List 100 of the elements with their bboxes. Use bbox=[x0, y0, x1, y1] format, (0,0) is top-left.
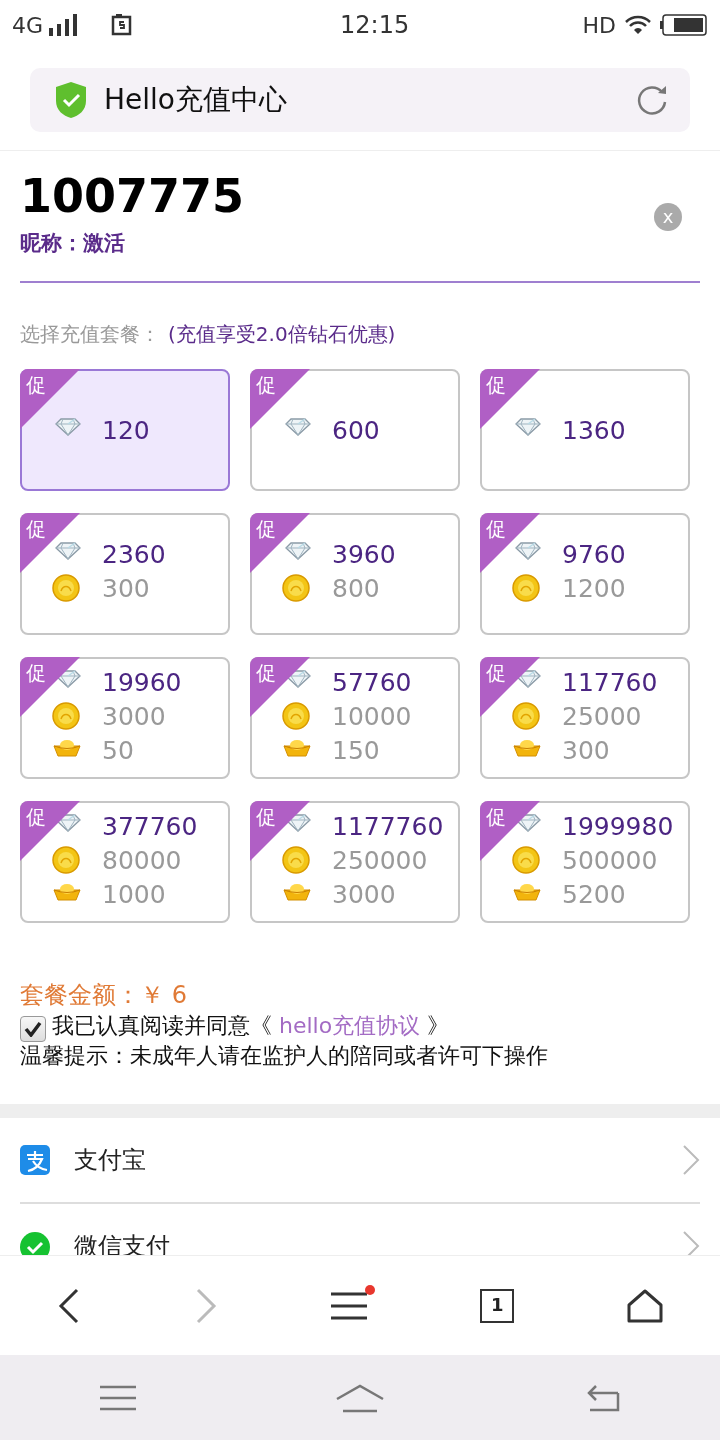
coin-icon bbox=[282, 574, 312, 603]
package-card[interactable]: 促 57760 10000 150 bbox=[250, 657, 460, 780]
check-icon bbox=[24, 1020, 42, 1037]
promo-corner bbox=[480, 657, 540, 718]
network-type: 4G bbox=[12, 11, 44, 40]
amount-value: 3000 bbox=[332, 881, 396, 907]
address-bar[interactable]: Hello充值中心 bbox=[30, 68, 690, 132]
promo-corner bbox=[250, 513, 310, 574]
chevron-right-icon bbox=[682, 1144, 700, 1177]
payment-label: 支付宝 bbox=[74, 1145, 147, 1177]
coin-icon bbox=[512, 574, 542, 603]
amount-value: 3960 bbox=[332, 541, 396, 567]
amount-value: 2360 bbox=[102, 541, 166, 567]
payment-option[interactable]: 支付宝 bbox=[20, 1118, 700, 1205]
promo-label: 促 bbox=[486, 516, 506, 544]
amount-value: 150 bbox=[332, 737, 380, 763]
amount-value: 10000 bbox=[332, 703, 412, 729]
amount-value: 377760 bbox=[102, 813, 198, 839]
hd-indicator: HD bbox=[582, 11, 616, 40]
package-card[interactable]: 促 1999980 500000 5200 bbox=[480, 801, 690, 924]
promo-label: 促 bbox=[256, 804, 276, 832]
package-card[interactable]: 促 600 bbox=[250, 369, 460, 492]
nickname: 昵称：激活 bbox=[20, 229, 126, 257]
coin-icon bbox=[282, 702, 312, 731]
home-icon[interactable] bbox=[627, 1288, 664, 1323]
promo-corner bbox=[480, 369, 540, 430]
promo-label: 促 bbox=[256, 516, 276, 544]
promo-corner bbox=[480, 801, 540, 862]
promo-corner bbox=[20, 513, 80, 574]
amount-value: 1360 bbox=[562, 417, 626, 443]
promo-corner bbox=[20, 369, 80, 430]
promo-label: 促 bbox=[486, 660, 506, 688]
package-amount: 套餐金额：￥ 6 bbox=[20, 981, 188, 1010]
back-icon[interactable] bbox=[56, 1287, 81, 1324]
promo-label: 促 bbox=[26, 372, 46, 400]
promo-label: 促 bbox=[486, 372, 506, 400]
tabs-button[interactable]: 1 bbox=[480, 1288, 515, 1323]
promo-label: 促 bbox=[256, 372, 276, 400]
amount-value: 50 bbox=[102, 737, 134, 763]
page-title: Hello充值中心 bbox=[104, 82, 288, 118]
package-card[interactable]: 促 2360 300 bbox=[20, 513, 230, 636]
amount-value: 117760 bbox=[562, 669, 658, 695]
agreement-checkbox[interactable] bbox=[20, 1015, 46, 1042]
amount-value: 600 bbox=[332, 417, 380, 443]
signal-icon bbox=[47, 14, 80, 36]
amount-value: 80000 bbox=[102, 847, 182, 873]
coin-icon bbox=[52, 846, 82, 875]
amount-value: 25000 bbox=[562, 703, 642, 729]
amount-value: 500000 bbox=[562, 847, 658, 873]
promo-corner bbox=[20, 801, 80, 862]
package-card[interactable]: 促 117760 25000 300 bbox=[480, 657, 690, 780]
promo-label: 促 bbox=[256, 660, 276, 688]
amount-value: 1999980 bbox=[562, 813, 674, 839]
coin-icon bbox=[52, 574, 82, 603]
promo-corner bbox=[480, 513, 540, 574]
amount-value: 800 bbox=[332, 575, 380, 601]
amount-value: 9760 bbox=[562, 541, 626, 567]
package-card[interactable]: 促 19960 3000 50 bbox=[20, 657, 230, 780]
agreement-bracket: 》 bbox=[427, 1012, 450, 1038]
promo-label: 促 bbox=[26, 660, 46, 688]
amount-value: 300 bbox=[562, 737, 610, 763]
alipay-icon bbox=[20, 1145, 50, 1176]
amount-value: 57760 bbox=[332, 669, 412, 695]
promo-label: 促 bbox=[486, 804, 506, 832]
coin-icon bbox=[512, 846, 542, 875]
agreement-link[interactable]: hello充值协议 bbox=[272, 1012, 428, 1038]
package-card[interactable]: 促 1177760 250000 3000 bbox=[250, 801, 460, 924]
menu-icon[interactable] bbox=[330, 1290, 367, 1321]
amount-value: 1177760 bbox=[332, 813, 444, 839]
package-card[interactable]: 促 3960 800 bbox=[250, 513, 460, 636]
battery-icon bbox=[660, 14, 708, 36]
coin-icon bbox=[282, 846, 312, 875]
package-card[interactable]: 促 1360 bbox=[480, 369, 690, 492]
coin-icon bbox=[52, 702, 82, 731]
promo-corner bbox=[250, 657, 310, 718]
notification-icon bbox=[111, 14, 134, 36]
promo-corner bbox=[250, 369, 310, 430]
wifi-icon bbox=[624, 14, 652, 36]
promo-corner bbox=[250, 801, 310, 862]
amount-value: 1200 bbox=[562, 575, 626, 601]
package-card[interactable]: 促 377760 80000 1000 bbox=[20, 801, 230, 924]
amount-value: 250000 bbox=[332, 847, 428, 873]
coin-icon bbox=[512, 702, 542, 731]
amount-value: 19960 bbox=[102, 669, 182, 695]
amount-value: 300 bbox=[102, 575, 150, 601]
promo-note: (充值享受2.0倍钻石优惠) bbox=[168, 322, 396, 347]
section-label: 选择充值套餐： bbox=[20, 322, 160, 347]
amount-value: 120 bbox=[102, 417, 150, 443]
amount-value: 5200 bbox=[562, 881, 626, 907]
clock: 12:15 bbox=[340, 10, 411, 41]
shield-check-icon bbox=[54, 81, 88, 119]
package-card[interactable]: 促 120 bbox=[20, 369, 230, 492]
amount-value: 1000 bbox=[102, 881, 166, 907]
account-id: 1007775 bbox=[20, 171, 246, 222]
promo-corner bbox=[20, 657, 80, 718]
agreement-text: 我已认真阅读并同意《 bbox=[52, 1012, 272, 1038]
amount-value: 3000 bbox=[102, 703, 166, 729]
promo-label: 促 bbox=[26, 804, 46, 832]
package-card[interactable]: 促 9760 1200 bbox=[480, 513, 690, 636]
notice-text: 温馨提示：未成年人请在监护人的陪同或者许可下操作 bbox=[19, 1041, 549, 1070]
